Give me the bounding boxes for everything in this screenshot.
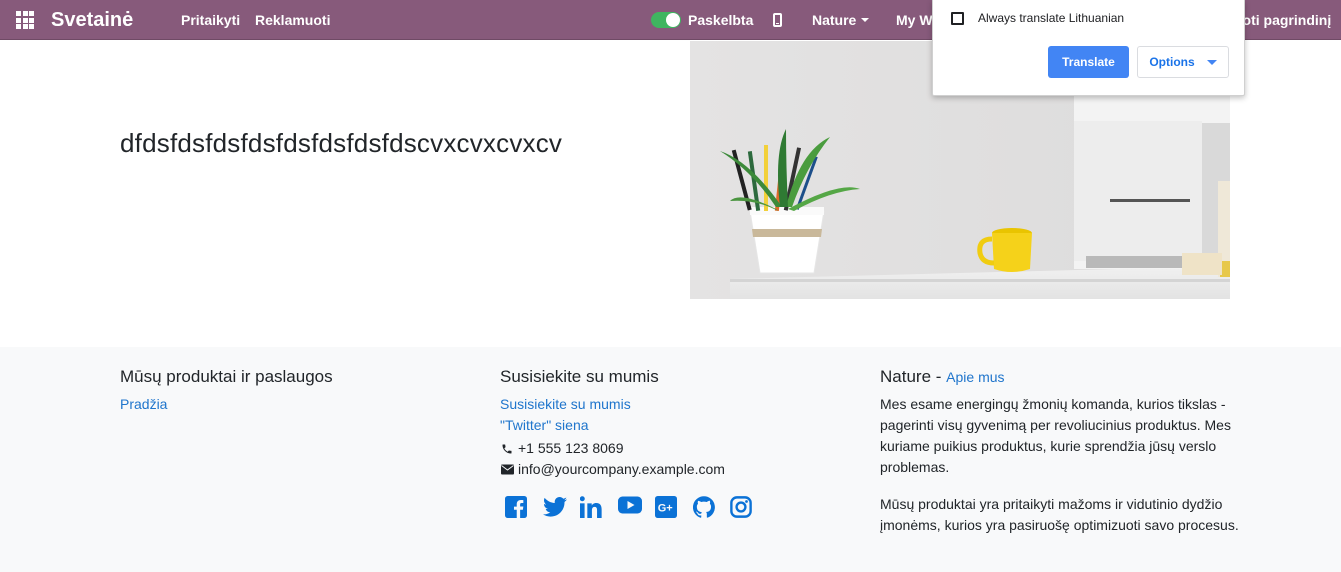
contact-phone: +1 555 123 8069: [500, 438, 624, 459]
facebook-icon[interactable]: [505, 496, 529, 520]
toggle-switch[interactable]: [651, 12, 681, 28]
contact-email: info@yourcompany.example.com: [500, 459, 725, 480]
social-links: G+: [505, 496, 768, 520]
company-name: Nature: [880, 367, 932, 386]
github-icon[interactable]: [692, 496, 717, 520]
translate-popup: Always translate Lithuanian Translate Op…: [932, 0, 1245, 96]
phone-number: +1 555 123 8069: [518, 440, 624, 456]
apps-grid-icon[interactable]: [16, 0, 34, 40]
translate-button[interactable]: Translate: [1048, 46, 1129, 78]
nav-edit-homepage[interactable]: uoti pagrindinį: [1234, 0, 1331, 40]
nav-customize[interactable]: Pritaikyti: [181, 0, 240, 40]
google-plus-icon[interactable]: G+: [655, 496, 679, 520]
options-label: Options: [1149, 55, 1195, 69]
instagram-icon[interactable]: [730, 496, 754, 520]
brand-title[interactable]: Svetainė: [51, 0, 133, 40]
link-about-us[interactable]: Apie mus: [946, 369, 1004, 385]
link-twitter-wall[interactable]: "Twitter" siena: [500, 417, 589, 433]
publish-label: Paskelbta: [688, 12, 754, 28]
linkedin-icon[interactable]: [580, 496, 604, 520]
email-address: info@yourcompany.example.com: [518, 461, 725, 477]
publish-toggle[interactable]: Paskelbta: [651, 0, 753, 40]
options-button[interactable]: Options: [1137, 46, 1229, 78]
svg-text:G+: G+: [658, 503, 673, 515]
site-menu-label: Nature: [812, 12, 857, 28]
twitter-icon[interactable]: [542, 496, 567, 520]
about-heading: Nature - Apie mus: [880, 367, 1005, 387]
about-paragraph-2: Mūsų produktai yra pritaikyti mažoms ir …: [880, 496, 1239, 533]
site-menu-dropdown[interactable]: Nature: [812, 0, 870, 40]
mobile-phone-icon[interactable]: [773, 0, 782, 40]
contact-heading: Susisiekite su mumis: [500, 367, 659, 386]
nav-promote[interactable]: Reklamuoti: [255, 0, 330, 40]
products-heading: Mūsų produktai ir paslaugos: [120, 367, 333, 386]
footer: Mūsų produktai ir paslaugos Pradžia Susi…: [0, 347, 1341, 572]
hero-title: dfdsfdsfdsfdsfdsfdsfdsfdscvxcvxcvxcv: [120, 128, 563, 158]
link-home[interactable]: Pradžia: [120, 396, 167, 412]
always-translate-checkbox[interactable]: [951, 11, 964, 25]
always-translate-label: Always translate Lithuanian: [978, 11, 1125, 25]
phone-icon: [500, 443, 514, 455]
caret-down-icon: [1206, 59, 1217, 65]
envelope-icon: [500, 464, 514, 475]
about-paragraph-1: Mes esame energingų žmonių komanda, kuri…: [880, 396, 1231, 475]
always-translate-option[interactable]: Always translate Lithuanian: [951, 11, 1124, 25]
chevron-down-icon: [861, 18, 870, 22]
youtube-icon[interactable]: [617, 496, 642, 520]
link-contact-us[interactable]: Susisiekite su mumis: [500, 396, 631, 412]
heading-separator: -: [935, 367, 942, 386]
